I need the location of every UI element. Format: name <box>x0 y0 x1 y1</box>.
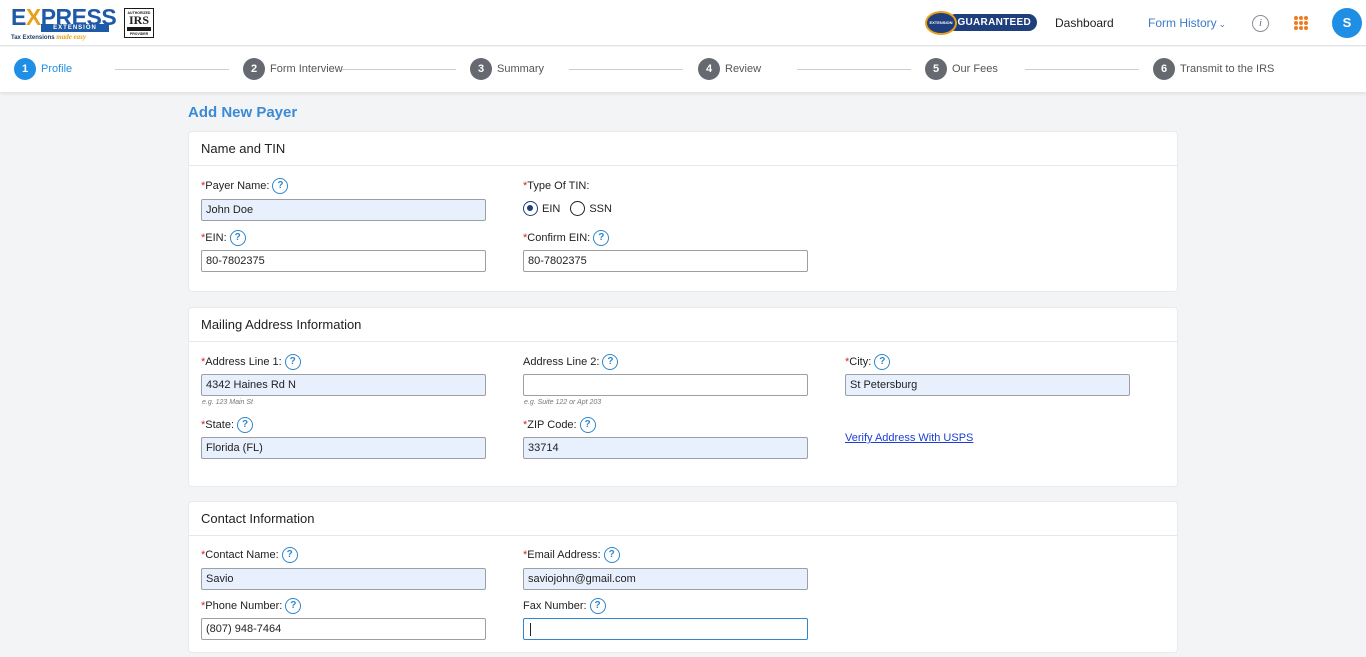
zip-code-field: * ZIP Code:? <box>523 416 596 433</box>
step-our-fees[interactable]: 5 Our Fees <box>925 58 998 80</box>
verify-address-usps-link[interactable]: Verify Address With USPS <box>845 432 973 444</box>
chevron-down-icon: ⌄ <box>1218 19 1227 29</box>
step-summary[interactable]: 3 Summary <box>470 58 544 80</box>
help-icon[interactable]: ? <box>229 229 246 246</box>
apps-grid-icon[interactable] <box>1294 16 1309 31</box>
ein-radio[interactable] <box>523 201 538 216</box>
nav-dashboard[interactable]: Dashboard <box>1055 16 1114 30</box>
top-header: EXPRESS EXTENSION Tax Extensions made ea… <box>0 0 1366 46</box>
phone-number-input[interactable]: (807) 948-7464 <box>201 618 486 640</box>
guaranteed-label: GUARANTEED <box>947 14 1037 31</box>
state-field: * State:? <box>201 416 254 433</box>
address-line-2-field: Address Line 2:? <box>523 353 619 370</box>
logo-subword: EXTENSION <box>41 24 109 32</box>
help-icon[interactable]: ? <box>603 546 620 563</box>
contact-information-card: Contact Information * Contact Name:? Savi… <box>188 501 1178 653</box>
guaranteed-badge: GUARANTEED EXTENSION <box>925 11 1037 35</box>
fax-number-input[interactable] <box>523 618 808 640</box>
city-field: * City:? <box>845 353 891 370</box>
help-icon[interactable]: ? <box>285 597 302 614</box>
contact-name-input[interactable]: Savio <box>201 568 486 590</box>
help-icon[interactable]: ? <box>281 546 298 563</box>
step-form-interview[interactable]: 2 Form Interview <box>243 58 343 80</box>
help-icon[interactable]: ? <box>284 353 301 370</box>
info-icon[interactable]: i <box>1252 15 1269 32</box>
page-title: Add New Payer <box>188 104 298 121</box>
progress-stepper: 1 Profile 2 Form Interview 3 Summary 4 Revie… <box>0 47 1366 92</box>
zip-code-input[interactable]: 33714 <box>523 437 808 459</box>
email-address-input[interactable]: saviojohn@gmail.com <box>523 568 808 590</box>
confirm-ein-input[interactable]: 80-7802375 <box>523 250 808 272</box>
address-line-1-field: * Address Line 1:? <box>201 353 301 370</box>
help-icon[interactable]: ? <box>579 416 596 433</box>
card-title: Name and TIN <box>189 132 1177 166</box>
address-line-1-input[interactable]: 4342 Haines Rd N <box>201 374 486 396</box>
step-profile[interactable]: 1 Profile <box>14 58 72 80</box>
ein-field: * EIN:? <box>201 229 246 246</box>
step-review[interactable]: 4 Review <box>698 58 761 80</box>
address-line-1-hint: e.g. 123 Main St <box>202 399 253 406</box>
mailing-address-card: Mailing Address Information * Address Lin… <box>188 307 1178 487</box>
card-title: Contact Information <box>189 502 1177 536</box>
tin-type-radio-group: EIN SSN <box>523 201 622 216</box>
fax-number-field: Fax Number:? <box>523 597 606 614</box>
tin-type-field: * Type Of TIN: <box>523 179 590 192</box>
phone-number-field: * Phone Number:? <box>201 597 302 614</box>
address-line-2-input[interactable] <box>523 374 808 396</box>
address-line-2-hint: e.g. Suite 122 or Apt 203 <box>524 399 602 406</box>
help-icon[interactable]: ? <box>602 353 619 370</box>
ssn-radio[interactable] <box>570 201 586 216</box>
nav-form-history[interactable]: Form History ⌄ <box>1148 16 1226 30</box>
help-icon[interactable]: ? <box>272 177 289 194</box>
step-transmit-to-irs[interactable]: 6 Transmit to the IRS <box>1153 58 1274 80</box>
help-icon[interactable]: ? <box>593 229 610 246</box>
card-title: Mailing Address Information <box>189 308 1177 342</box>
logo-tagline: Tax Extensions made easy <box>11 33 86 41</box>
user-avatar[interactable]: S <box>1332 8 1362 38</box>
state-select[interactable]: Florida (FL) <box>201 437 486 459</box>
ein-input[interactable]: 80-7802375 <box>201 250 486 272</box>
help-icon[interactable]: ? <box>237 416 254 433</box>
help-icon[interactable]: ? <box>874 353 891 370</box>
express-extension-logo[interactable]: EXPRESS EXTENSION Tax Extensions made ea… <box>11 6 117 42</box>
city-input[interactable]: St Petersburg <box>845 374 1130 396</box>
irs-authorized-provider-badge: AUTHORIZED IRS PROVIDER <box>124 8 154 38</box>
email-address-field: * Email Address:? <box>523 546 620 563</box>
guarantee-seal-icon: EXTENSION <box>925 11 957 35</box>
contact-name-field: * Contact Name:? <box>201 546 298 563</box>
payer-name-input[interactable]: John Doe <box>201 199 486 221</box>
confirm-ein-field: * Confirm EIN:? <box>523 229 610 246</box>
payer-name-field: * Payer Name:? <box>201 177 289 194</box>
name-tin-card: Name and TIN * Payer Name:? John Doe * Typ… <box>188 131 1178 292</box>
help-icon[interactable]: ? <box>589 597 606 614</box>
text-caret <box>530 622 531 636</box>
